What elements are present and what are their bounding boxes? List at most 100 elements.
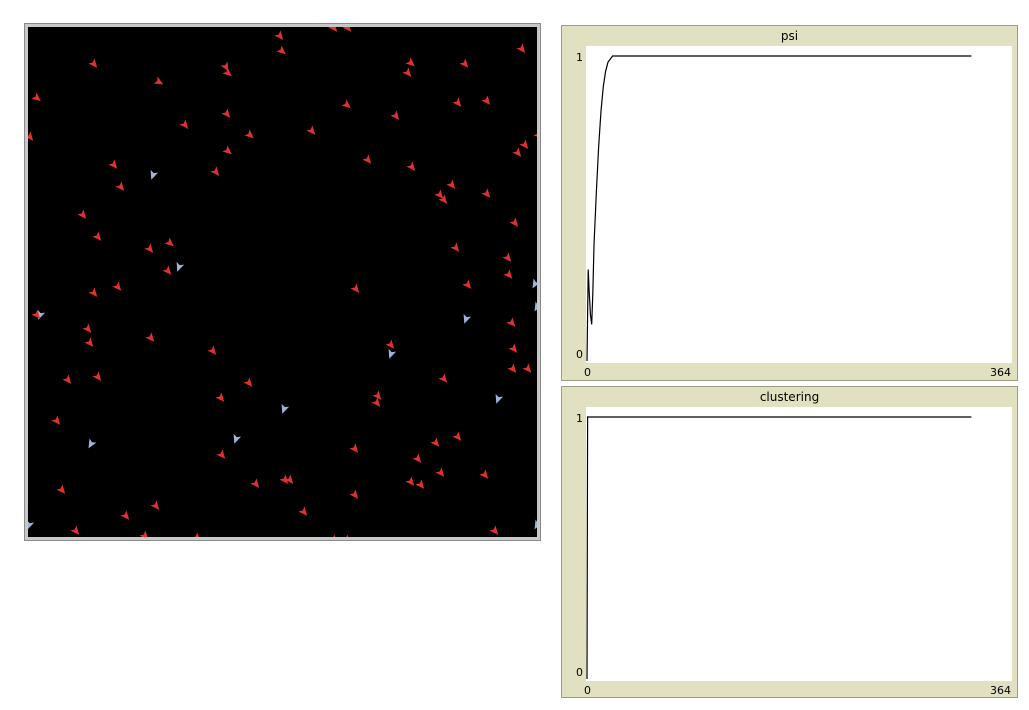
turtle	[341, 99, 351, 109]
plot-title: clustering	[759, 390, 820, 404]
turtles-layer	[28, 27, 537, 537]
turtle	[220, 61, 229, 72]
y-max-label: 1	[576, 412, 583, 425]
turtle	[274, 30, 284, 40]
turtle	[28, 131, 34, 141]
y-max-label: 1	[576, 51, 583, 64]
turtle	[519, 139, 529, 149]
turtle	[328, 27, 338, 32]
turtle	[92, 371, 102, 381]
turtle	[481, 95, 491, 105]
y-min-label: 0	[576, 666, 583, 679]
turtle	[215, 392, 225, 402]
plot-area	[586, 407, 1012, 681]
turtle	[244, 129, 254, 139]
turtle	[298, 506, 308, 516]
world-canvas[interactable]	[28, 27, 537, 537]
turtle	[446, 179, 456, 189]
psi-plot[interactable]: psi 1 0 0 364	[561, 25, 1018, 381]
clustering-plot[interactable]: clustering 1 0 0 364	[561, 386, 1018, 698]
turtle	[51, 415, 61, 425]
turtle	[77, 209, 87, 219]
turtle	[430, 437, 440, 447]
turtle	[522, 363, 532, 373]
turtle	[276, 45, 286, 55]
turtle	[88, 58, 98, 68]
turtle	[479, 469, 489, 479]
turtle	[507, 363, 517, 373]
series-line	[586, 416, 972, 680]
turtle	[349, 443, 359, 453]
turtle	[489, 525, 499, 535]
y-min-label: 0	[576, 348, 583, 361]
turtle	[306, 125, 316, 135]
turtle	[390, 110, 400, 120]
turtle	[120, 510, 130, 520]
turtle	[115, 181, 125, 191]
turtle	[512, 147, 522, 157]
turtle	[341, 534, 351, 537]
turtle	[462, 279, 472, 289]
turtle	[506, 317, 516, 327]
x-max-label: 364	[990, 366, 1011, 379]
turtle	[438, 373, 448, 383]
turtle	[84, 337, 94, 347]
turtle	[463, 313, 472, 324]
turtle	[88, 438, 97, 449]
turtle	[342, 27, 352, 32]
turtle	[534, 519, 537, 530]
turtle	[402, 67, 412, 77]
turtle	[459, 58, 469, 68]
turtle	[435, 467, 445, 477]
turtle	[222, 145, 232, 155]
turtle	[534, 301, 537, 312]
turtle	[92, 231, 102, 241]
turtle	[508, 343, 518, 353]
turtle	[176, 261, 185, 272]
turtle	[82, 323, 92, 333]
turtle	[28, 519, 35, 530]
turtle	[207, 345, 217, 355]
turtle	[450, 242, 460, 252]
plot-title: psi	[780, 29, 799, 43]
turtle	[328, 534, 338, 537]
turtle	[108, 159, 118, 169]
turtle	[452, 431, 462, 441]
turtle	[385, 339, 395, 349]
turtle	[388, 348, 397, 359]
turtle	[70, 525, 80, 535]
turtle	[516, 43, 526, 53]
psi-line-chart	[586, 55, 972, 362]
turtle	[405, 476, 415, 486]
turtle	[216, 449, 226, 459]
series-line	[586, 55, 972, 362]
turtle	[150, 500, 160, 510]
turtle	[362, 154, 372, 164]
turtle	[62, 374, 72, 384]
turtle	[405, 57, 415, 67]
turtle	[56, 484, 66, 494]
turtle	[144, 243, 154, 253]
turtle	[481, 188, 491, 198]
turtle	[349, 489, 359, 499]
turtle	[371, 397, 381, 407]
world-view[interactable]	[24, 23, 541, 541]
turtle	[139, 530, 149, 537]
turtle	[31, 92, 41, 102]
turtle	[281, 403, 290, 414]
turtle	[112, 281, 122, 291]
turtle	[503, 269, 513, 279]
turtle	[179, 119, 189, 129]
turtle	[191, 532, 201, 537]
turtle	[145, 332, 155, 342]
turtle	[250, 478, 260, 488]
turtle	[452, 97, 462, 107]
x-min-label: 0	[584, 366, 591, 379]
x-min-label: 0	[584, 684, 591, 697]
turtle	[495, 393, 504, 404]
turtle	[221, 108, 231, 118]
turtle	[533, 129, 537, 139]
turtle	[210, 166, 220, 176]
turtle	[164, 237, 174, 247]
turtle	[532, 278, 537, 289]
